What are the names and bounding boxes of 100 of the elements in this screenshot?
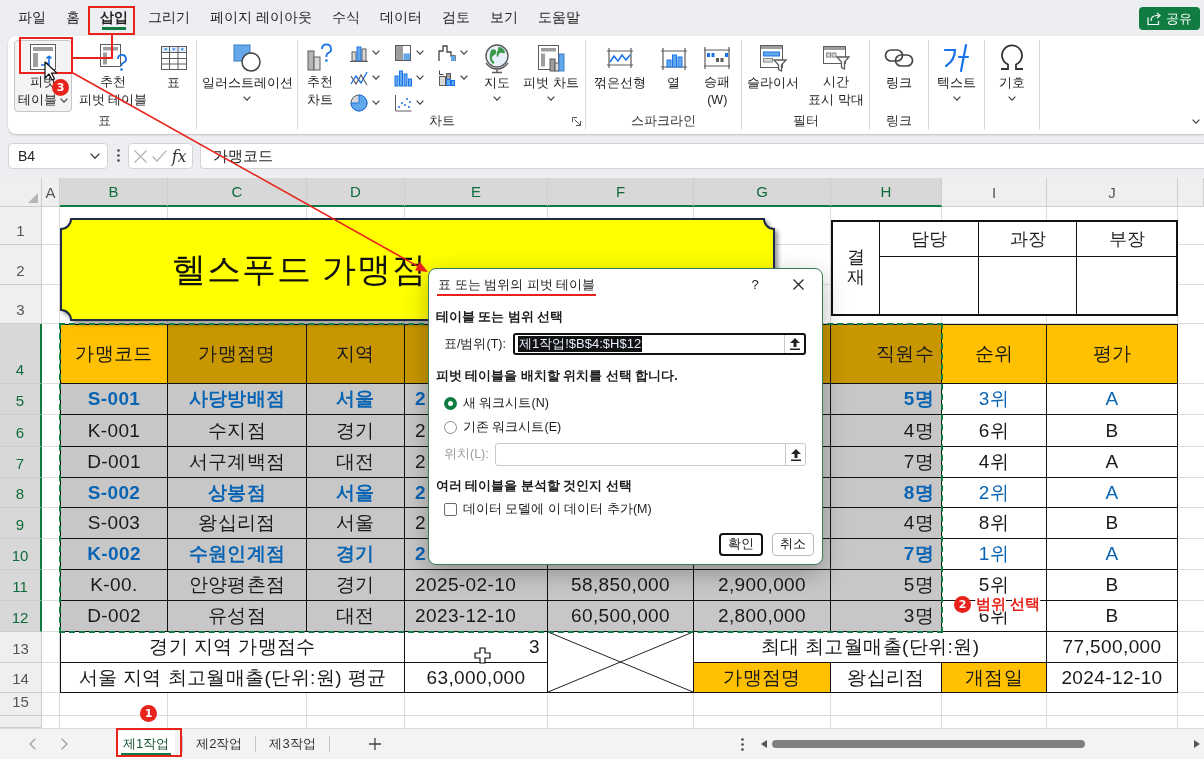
more-options-icon[interactable] [117, 149, 120, 162]
table-cell: B [1047, 601, 1178, 632]
table-cell: A [1047, 384, 1178, 415]
table-cell: B [1047, 508, 1178, 539]
table-cell: 최대 최고월매출(단위:원) [694, 632, 1047, 663]
ribbon-button[interactable]: 추천 차트 [300, 40, 341, 112]
table-cell: S-002 [60, 478, 168, 508]
table-cell: 대전 [307, 447, 405, 478]
column-header[interactable]: C [168, 178, 307, 207]
row-header[interactable]: 5 [0, 384, 42, 415]
share-button[interactable]: 공유 [1139, 7, 1200, 30]
column-header[interactable]: I [942, 178, 1047, 207]
menu-tab[interactable]: 그리기 [138, 0, 200, 35]
menu-tab[interactable]: 데이터 [369, 0, 432, 35]
row-header[interactable]: 3 [0, 285, 42, 324]
column-header[interactable]: H [831, 178, 942, 207]
row-header[interactable]: 10 [0, 539, 42, 570]
radio-button[interactable] [444, 420, 457, 434]
ribbon-button[interactable]: 기호 [992, 40, 1032, 112]
menu-tab[interactable]: 도움말 [527, 0, 590, 35]
range-value: 제1작업!$B$4:$H$12 [518, 336, 643, 352]
ribbon-button[interactable]: 승패 (W) [697, 40, 738, 112]
column-header[interactable]: B [60, 178, 168, 207]
column-header[interactable]: F [548, 178, 694, 207]
row-header[interactable]: 12 [0, 601, 42, 632]
sheet-tab[interactable]: 제2작업 [190, 730, 249, 758]
collapse-button[interactable] [784, 335, 804, 353]
ribbon-button[interactable]: 열 [653, 40, 694, 112]
range-field[interactable]: 제1작업!$B$4:$H$12 [513, 333, 806, 355]
row-header[interactable]: 9 [0, 508, 42, 539]
group-label: 필터 [792, 113, 819, 130]
table-cell: 8위 [942, 508, 1047, 539]
menu-tab[interactable]: 파일 [8, 0, 56, 35]
approval-label: 결재 [847, 248, 865, 288]
table-cell: 2024-12-10 [1047, 663, 1178, 693]
header-cell: 가맹코드 [60, 324, 168, 384]
ribbon-button[interactable]: 일러스트레이션 [197, 40, 297, 112]
table-cell: 8명 [831, 478, 942, 508]
shapes-icon [231, 41, 263, 74]
name-box[interactable]: B4 [8, 143, 108, 169]
menu-tab[interactable]: 홈 [56, 0, 90, 35]
column-header[interactable]: D [307, 178, 405, 207]
field-label: 위치(L): [444, 446, 490, 463]
row-header[interactable]: 6 [0, 415, 42, 447]
ribbon-button[interactable]: 시간 표시 막대 [804, 40, 868, 112]
table-cell: 58,850,000 [548, 570, 694, 601]
header-cell: 순위 [942, 324, 1047, 384]
approval-role: 부장 [1077, 222, 1176, 257]
row-header[interactable]: 8 [0, 478, 42, 508]
table-cell: 3명 [831, 601, 942, 632]
menu-tab[interactable]: 페이지 레이아웃 [200, 0, 322, 35]
pie-chart-icon [349, 92, 370, 113]
row-header[interactable]: 7 [0, 447, 42, 478]
column-header[interactable]: E [405, 178, 548, 207]
ribbon-button[interactable]: 슬라이서 [743, 40, 804, 112]
row-header[interactable]: 4 [0, 324, 42, 384]
banner-title: 헬스푸드 가맹점 [172, 248, 428, 290]
row-header[interactable]: 11 [0, 570, 42, 601]
radio-button[interactable] [444, 396, 457, 410]
column-header[interactable]: G [694, 178, 831, 207]
more-options-icon[interactable] [741, 737, 744, 751]
ribbon-button[interactable]: 텍스트 [933, 40, 980, 112]
scrollbar-thumb[interactable] [772, 740, 1085, 748]
ok-button[interactable]: 확인 [719, 533, 763, 556]
row-header[interactable]: 13 [0, 632, 42, 663]
ribbon-button[interactable]: 피벗 차트 [519, 40, 583, 112]
row-header[interactable]: 2 [0, 245, 42, 285]
menu-tab[interactable]: 수식 [321, 0, 370, 35]
radio-label[interactable]: 새 워크시트(N) [463, 395, 549, 411]
ribbon-button[interactable]: 꺾은선형 [589, 40, 650, 112]
menu-tab[interactable]: 검토 [431, 0, 480, 35]
table-cell: 2023-12-10 [405, 601, 548, 632]
ribbon-button[interactable]: 링크 [879, 40, 919, 112]
add-sheet-button[interactable] [368, 738, 381, 750]
table-cell: 60,500,000 [548, 601, 694, 632]
header-cell: 평가 [1047, 324, 1178, 384]
table-cell: K-001 [60, 415, 168, 447]
sheet-tab[interactable]: 제3작업 [263, 730, 322, 758]
table-cell: B [1047, 570, 1178, 601]
table-cell: 2,800,000 [694, 601, 831, 632]
table-cell: S-003 [60, 508, 168, 539]
select-all-triangle-icon [28, 193, 38, 203]
insert-function-button[interactable]: fx [171, 146, 187, 166]
section-heading: 피벗 테이블을 배치할 위치를 선택 합니다. [436, 368, 679, 384]
table-cell: B [1047, 415, 1178, 447]
table-cell: 5명 [831, 570, 942, 601]
row-header[interactable]: 14 [0, 663, 42, 693]
ribbon-button[interactable]: 지도 [476, 40, 517, 112]
highlight-frame [19, 37, 73, 74]
dialog-launcher-icon[interactable] [572, 116, 581, 126]
checkbox[interactable] [444, 502, 457, 516]
scroll-left-icon[interactable] [761, 740, 767, 748]
column-header[interactable]: J [1047, 178, 1178, 207]
table-cell: 상봉점 [168, 478, 307, 508]
help-button[interactable]: ? [743, 272, 767, 296]
cancel-button[interactable]: 취소 [772, 533, 814, 556]
scroll-right-icon[interactable] [1194, 740, 1200, 748]
ribbon-button[interactable]: 표 [153, 40, 194, 112]
menu-tab[interactable]: 보기 [479, 0, 528, 35]
row-header[interactable]: 15 [0, 693, 42, 716]
